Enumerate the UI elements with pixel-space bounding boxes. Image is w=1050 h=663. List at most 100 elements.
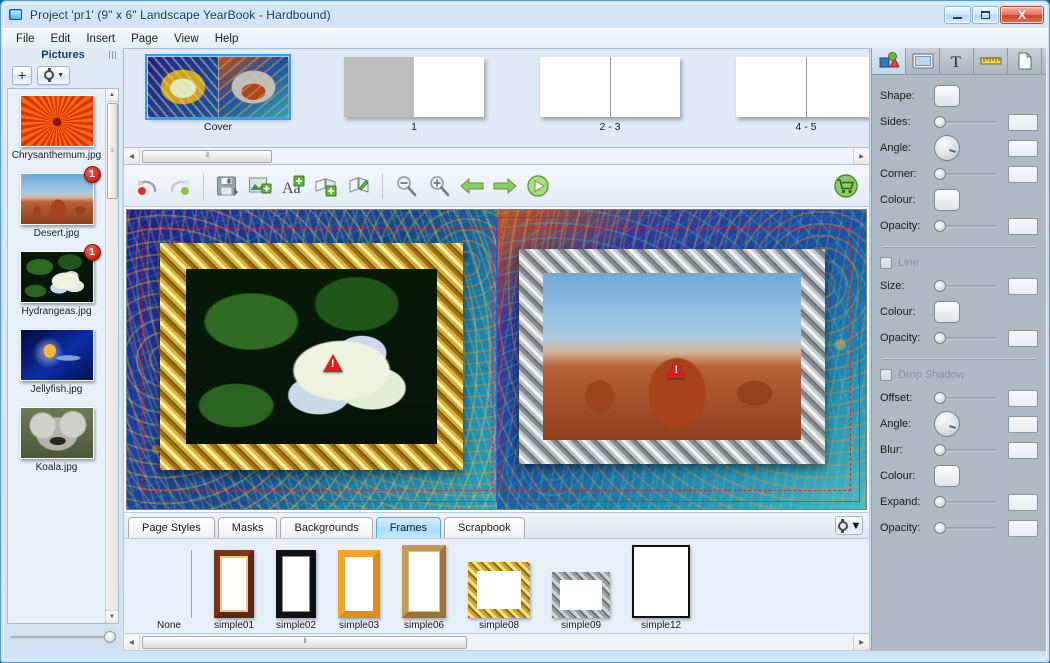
close-button[interactable]: X <box>1000 6 1044 24</box>
undo-button[interactable] <box>132 171 162 201</box>
menu-item-edit[interactable]: Edit <box>43 31 79 47</box>
slider-knob[interactable] <box>934 495 946 508</box>
corner-slider[interactable] <box>934 167 996 180</box>
add-page-button[interactable] <box>311 171 341 201</box>
shadow-opacity-slider[interactable] <box>934 521 996 534</box>
warning-icon[interactable] <box>322 353 343 372</box>
scrollbar-thumb[interactable]: ≡ <box>106 103 118 199</box>
next-page-button[interactable] <box>490 171 520 201</box>
page-thumb-1[interactable]: 1 <box>344 57 484 133</box>
shadow-expand-slider[interactable] <box>934 495 996 508</box>
tab-page[interactable] <box>1008 48 1042 74</box>
canvas-right-page[interactable] <box>496 210 866 509</box>
canvas-left-page[interactable] <box>127 210 497 509</box>
slider-knob[interactable] <box>934 391 946 404</box>
frame-preview[interactable] <box>276 550 317 618</box>
zoom-in-button[interactable] <box>424 171 454 201</box>
tab-text[interactable]: T <box>940 48 974 74</box>
list-item[interactable]: 1 Hydrangeas.jpg <box>8 244 105 317</box>
slider-track[interactable] <box>10 630 116 643</box>
sides-value-field[interactable] <box>1008 113 1038 131</box>
scroll-right-icon[interactable]: ▶ <box>853 148 869 164</box>
preview-button[interactable] <box>523 171 553 201</box>
photo-desert[interactable] <box>542 272 802 441</box>
slider-knob[interactable] <box>934 279 946 292</box>
slider-knob[interactable] <box>934 115 946 128</box>
photo-frame-silver[interactable] <box>518 248 826 465</box>
frame-preview[interactable] <box>338 550 381 618</box>
frame-preview[interactable] <box>402 545 447 618</box>
tab-scrapbook[interactable]: Scrapbook <box>443 517 525 538</box>
menu-item-file[interactable]: File <box>8 31 43 47</box>
line-size-slider[interactable] <box>934 279 996 292</box>
buy-cart-button[interactable] <box>831 171 861 201</box>
gallery-item-simple01[interactable]: simple01 <box>214 545 254 631</box>
gallery-item-simple09[interactable]: simple09 <box>552 545 611 631</box>
gallery-item-simple12[interactable]: simple12 <box>632 545 691 631</box>
scroll-left-icon[interactable]: ◀ <box>124 634 140 650</box>
line-opacity-value-field[interactable] <box>1008 329 1038 347</box>
shadow-colour-swatch-button[interactable] <box>934 465 960 487</box>
list-item[interactable]: 1 Desert.jpg <box>8 166 105 239</box>
tab-shapes[interactable] <box>872 48 906 74</box>
photo-hydrangeas[interactable] <box>186 268 438 445</box>
slider-knob[interactable] <box>934 167 946 180</box>
slider-knob[interactable] <box>934 521 946 534</box>
slider-knob[interactable] <box>934 443 946 456</box>
scroll-down-icon[interactable]: ▼ <box>105 610 118 623</box>
gallery-scrollbar[interactable]: ◀ ⦀ ▶ <box>123 634 870 651</box>
maximize-button[interactable] <box>972 6 999 24</box>
slider-knob[interactable] <box>934 219 946 232</box>
shape-swatch-button[interactable] <box>934 85 960 107</box>
list-item[interactable]: Jellyfish.jpg <box>8 329 105 395</box>
page-thumbnail-strip[interactable]: Cover 1 2 - 3 4 - 5 <box>123 48 870 148</box>
colour-swatch-button[interactable] <box>934 189 960 211</box>
slider-knob[interactable] <box>104 630 116 643</box>
list-item[interactable]: Koala.jpg <box>8 407 105 473</box>
pictures-list[interactable]: Chrysanthemum.jpg 1 Desert.jpg 1 Hydrang… <box>8 89 105 623</box>
tab-ruler[interactable] <box>974 48 1008 74</box>
shadow-offset-value-field[interactable] <box>1008 389 1038 407</box>
page-layout-button[interactable] <box>344 171 374 201</box>
page-spread[interactable] <box>126 209 867 510</box>
line-opacity-slider[interactable] <box>934 331 996 344</box>
line-section-toggle[interactable]: Line <box>880 253 1038 273</box>
menu-item-help[interactable]: Help <box>207 31 247 47</box>
pictures-options-button[interactable]: ▼ <box>37 65 71 85</box>
page-thumb-4-5[interactable]: 4 - 5 <box>736 57 869 133</box>
picture-thumbnail[interactable] <box>19 95 94 147</box>
gallery-options-button[interactable]: ▼ <box>835 516 863 535</box>
picture-thumbnail[interactable] <box>19 173 94 225</box>
scroll-left-icon[interactable]: ◀ <box>124 148 140 164</box>
add-text-button[interactable]: Aa <box>278 171 308 201</box>
menu-item-insert[interactable]: Insert <box>78 31 123 47</box>
shadow-blur-slider[interactable] <box>934 443 996 456</box>
add-picture-button[interactable] <box>245 171 275 201</box>
page-thumb-2-3[interactable]: 2 - 3 <box>540 57 680 133</box>
menu-item-page[interactable]: Page <box>123 31 166 47</box>
picture-thumbnail[interactable] <box>19 251 94 303</box>
frame-preview[interactable] <box>552 572 611 618</box>
tab-masks[interactable]: Masks <box>217 517 278 538</box>
scroll-up-icon[interactable]: ▲ <box>105 89 118 102</box>
pictures-scrollbar[interactable]: ▲ ≡ ▼ <box>105 89 118 623</box>
save-button[interactable] <box>212 171 242 201</box>
opacity-value-field[interactable] <box>1008 217 1038 235</box>
gallery-item-simple06[interactable]: simple06 <box>402 545 447 631</box>
gallery-item-simple03[interactable]: simple03 <box>338 545 381 631</box>
gallery-item-simple02[interactable]: simple02 <box>276 545 316 631</box>
menu-item-view[interactable]: View <box>166 31 207 47</box>
shadow-expand-value-field[interactable] <box>1008 493 1038 511</box>
canvas-area[interactable] <box>123 207 870 513</box>
warning-icon[interactable] <box>666 359 687 378</box>
picture-thumbnail[interactable] <box>19 407 94 459</box>
corner-value-field[interactable] <box>1008 165 1038 183</box>
frames-gallery[interactable]: None simple01 simple02 simple03 simple06 <box>123 539 870 634</box>
gallery-item-none[interactable]: None <box>146 545 192 631</box>
shadow-opacity-value-field[interactable] <box>1008 519 1038 537</box>
shadow-blur-value-field[interactable] <box>1008 441 1038 459</box>
shadow-offset-slider[interactable] <box>934 391 996 404</box>
tab-page-styles[interactable]: Page Styles <box>128 517 215 538</box>
gallery-item-simple08[interactable]: simple08 <box>468 545 531 631</box>
shadow-angle-value-field[interactable] <box>1008 415 1038 433</box>
